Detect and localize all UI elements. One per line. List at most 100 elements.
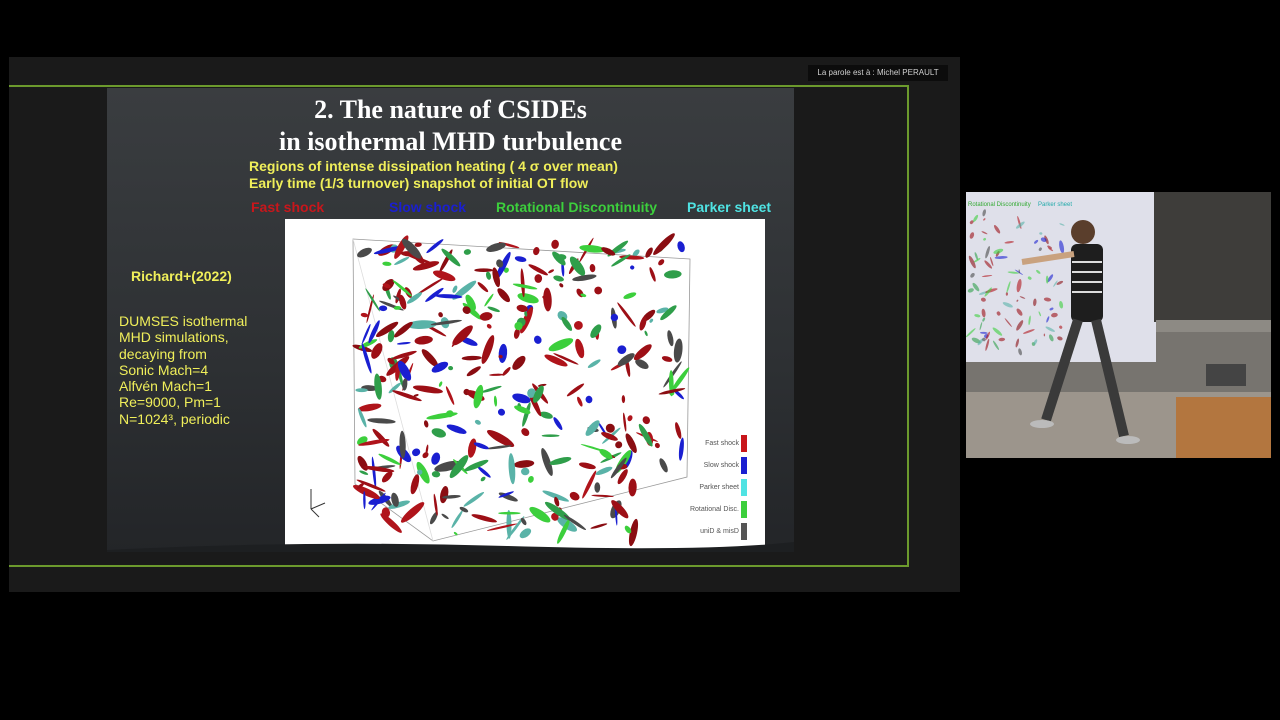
dissipation-structure xyxy=(548,269,555,274)
dissipation-structure xyxy=(380,513,402,533)
dissipation-structure xyxy=(461,355,482,361)
dissipation-structure xyxy=(543,287,552,312)
dissipation-structure xyxy=(474,268,493,272)
dissipation-structure xyxy=(559,283,564,288)
dissipation-structure xyxy=(577,396,583,407)
dissipation-structure xyxy=(595,466,613,476)
dissipation-structure xyxy=(664,270,682,279)
dissipation-structure xyxy=(431,452,441,465)
slide-bottom-curve xyxy=(107,542,794,552)
dissipation-structure xyxy=(533,247,540,256)
dissipation-structure xyxy=(471,514,497,523)
dissipation-structure xyxy=(463,249,471,255)
fig-swatch-rotational-disc xyxy=(741,501,747,518)
dissipation-structure xyxy=(585,395,593,404)
dissipation-structure xyxy=(378,453,401,466)
dissipation-structure xyxy=(487,306,500,313)
fig-legend-parker-sheet: Parker sheet xyxy=(699,484,739,491)
dissipation-structure xyxy=(673,338,683,363)
video-overlay-parker: Parker sheet xyxy=(1038,202,1072,208)
dissipation-structure xyxy=(426,239,444,254)
dissipation-structure xyxy=(446,424,467,434)
dissipation-structure xyxy=(578,462,596,470)
sim-line: MHD simulations, xyxy=(119,329,229,346)
dissipation-structure xyxy=(541,434,560,437)
dissipation-structure xyxy=(480,385,502,393)
dissipation-structure xyxy=(502,367,511,376)
dissipation-structure xyxy=(431,471,441,478)
dissipation-structure xyxy=(410,474,420,495)
video-overlay-rotational: Rotational Discontinuity xyxy=(968,202,1031,208)
dissipation-structure xyxy=(445,386,455,405)
dissipation-structure xyxy=(448,365,454,371)
dissipation-structure xyxy=(439,486,449,504)
dissipation-structure xyxy=(396,341,411,345)
dissipation-structure xyxy=(533,335,542,344)
dissipation-structure xyxy=(522,402,531,427)
dissipation-structure xyxy=(441,513,449,520)
dissipation-structure xyxy=(512,355,526,370)
dissipation-structure xyxy=(357,455,368,471)
dissipation-structure xyxy=(508,453,516,485)
dissipation-structure xyxy=(422,452,429,459)
fig-swatch-parker-sheet xyxy=(741,479,747,496)
dissipation-structure xyxy=(479,312,493,321)
dissipation-structure xyxy=(493,395,498,407)
slide-subtitle: Regions of intense dissipation heating (… xyxy=(249,158,618,192)
dissipation-structure xyxy=(549,457,572,465)
dissipation-structure xyxy=(423,420,429,428)
fig-legend-fast-shock: Fast shock xyxy=(705,440,739,447)
dissipation-structure xyxy=(359,470,369,475)
dissipation-structure xyxy=(463,491,485,507)
dissipation-structure xyxy=(630,265,635,270)
dissipation-structure xyxy=(372,428,390,447)
dissipation-structure xyxy=(411,448,421,457)
dissipation-structure xyxy=(438,381,443,387)
sim-line: DUMSES isothermal xyxy=(119,313,248,329)
slide-title-line1: 2. The nature of CSIDEs xyxy=(314,95,587,124)
dissipation-structure xyxy=(534,274,543,283)
dissipation-structure xyxy=(379,305,388,312)
dissipation-structure xyxy=(590,523,608,529)
dissipation-structure xyxy=(481,335,495,364)
speaker-video-image: Rotational Discontinuity Parker sheet xyxy=(966,192,1271,458)
dissipation-structure xyxy=(431,428,446,438)
slide-title-line2: in isothermal MHD turbulence xyxy=(278,127,623,156)
dissipation-structure xyxy=(621,395,626,404)
dissipation-structure xyxy=(569,256,586,276)
dissipation-structure xyxy=(392,280,413,297)
dissipation-structure xyxy=(528,475,534,483)
dissipation-structure xyxy=(432,270,456,282)
dissipation-structure xyxy=(513,460,535,468)
dissipation-structure xyxy=(466,366,481,377)
dissipation-structure xyxy=(658,259,665,266)
dissipation-structure xyxy=(480,476,486,482)
dissipation-structure xyxy=(451,510,463,528)
dissipation-structure xyxy=(585,420,600,436)
fig-swatch-fast-shock xyxy=(741,435,747,452)
simulation-cube-render xyxy=(310,233,691,547)
legend-slow-shock: Slow shock xyxy=(389,199,467,215)
speaker-label: La parole est à : Michel PERAULT xyxy=(808,65,948,81)
dissipation-structure xyxy=(486,324,492,329)
dissipation-structure xyxy=(382,261,392,266)
dissipation-structure xyxy=(414,335,433,345)
dissipation-structure xyxy=(553,417,563,431)
dissipation-structure xyxy=(591,494,614,498)
dissipation-structure xyxy=(426,412,458,420)
subtitle-line1: Regions of intense dissipation heating (… xyxy=(249,158,618,174)
dissipation-structure xyxy=(623,412,627,432)
legend-parker-sheet: Parker sheet xyxy=(687,199,772,215)
dissipation-structure xyxy=(497,408,506,416)
dissipation-structure xyxy=(594,286,603,295)
dissipation-structure xyxy=(484,293,494,307)
dissipation-structure xyxy=(485,271,492,280)
dissipation-structure xyxy=(366,294,374,324)
fig-legend-rotational-disc: Rotational Disc. xyxy=(689,506,739,513)
dissipation-structure xyxy=(675,422,682,439)
dissipation-structure xyxy=(589,264,596,273)
dissipation-structure xyxy=(412,385,443,394)
dissipation-structure xyxy=(649,267,656,282)
dissipation-structure xyxy=(667,330,674,347)
dissipation-structure xyxy=(569,491,580,501)
